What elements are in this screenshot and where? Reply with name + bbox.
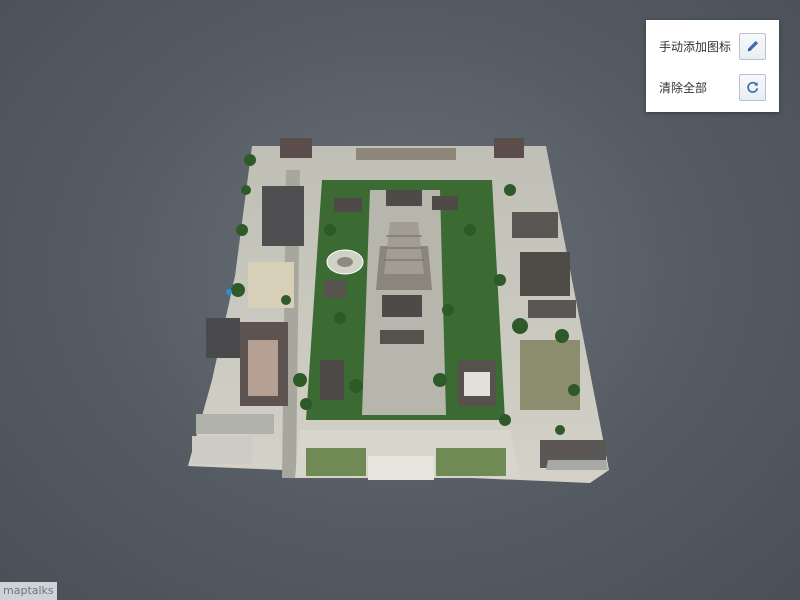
map-attribution[interactable]: maptalks <box>0 582 57 600</box>
add-icon-label: 手动添加图标 <box>659 40 732 54</box>
add-icon-row: 手动添加图标 <box>646 32 779 62</box>
add-icon-button[interactable] <box>739 33 766 60</box>
pencil-icon <box>747 40 759 52</box>
clear-all-button[interactable] <box>739 74 766 101</box>
refresh-icon <box>747 81 759 93</box>
tool-panel: 手动添加图标 清除全部 <box>646 20 779 112</box>
clear-all-row: 清除全部 <box>646 73 779 103</box>
clear-all-label: 清除全部 <box>659 81 708 95</box>
